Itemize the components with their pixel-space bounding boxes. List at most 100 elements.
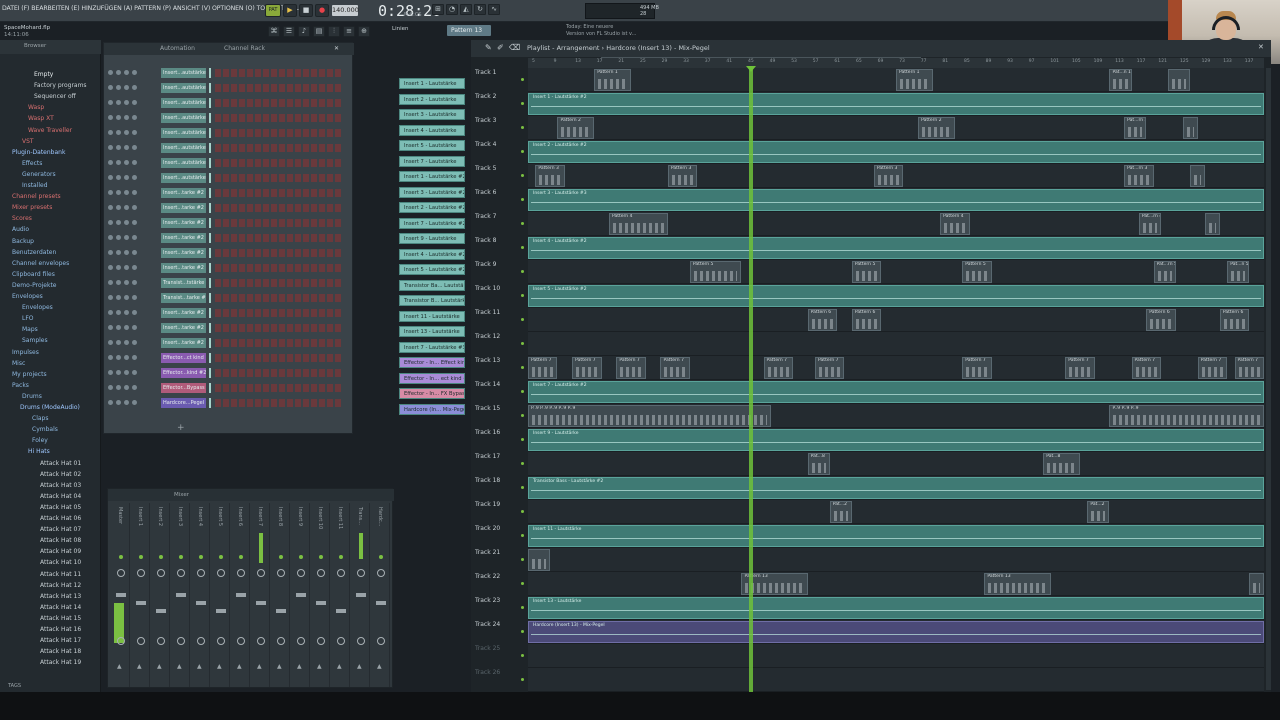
track-mute-led[interactable] <box>521 150 524 153</box>
channel-led[interactable] <box>132 85 137 90</box>
pattern-clip[interactable]: P..9 P..9 P..9 P..9 P..9 <box>528 405 771 427</box>
channel-led[interactable] <box>108 130 113 135</box>
channel-led[interactable] <box>108 190 113 195</box>
pattern-clip[interactable]: Pattern 7 <box>1197 357 1228 379</box>
playlist-picker-item[interactable]: Transistor Ba... Lautstärke <box>399 279 465 291</box>
track-mute-led[interactable] <box>521 390 524 393</box>
channel-led[interactable] <box>116 220 121 225</box>
stereo-knob[interactable] <box>197 637 205 645</box>
channel-led[interactable] <box>116 100 121 105</box>
browser-item[interactable]: Attack Hat 13 <box>40 592 81 601</box>
browser-item[interactable]: Attack Hat 11 <box>40 570 81 579</box>
route-arrow-icon[interactable]: ▲ <box>337 663 342 670</box>
browser-item[interactable]: Attack Hat 08 <box>40 536 81 545</box>
channel-rack-icon[interactable]: ▤ <box>313 26 325 37</box>
playlist-picker-item[interactable]: Insert 5 - Lautstärke <box>399 140 465 151</box>
channel-led[interactable] <box>116 400 121 405</box>
channel-led[interactable] <box>108 370 113 375</box>
channel-led[interactable] <box>124 160 129 165</box>
channel-selector[interactable] <box>209 263 211 273</box>
automation-clip[interactable]: Transistor Bass - Lautstärke #2 <box>528 477 1264 499</box>
channel-name-button[interactable]: Hardcore...Pegel <box>161 398 206 408</box>
channel-name-button[interactable]: Insert...autstärke <box>161 143 206 153</box>
playlist-picker-item[interactable]: Insert 1 - Lautstärke <box>399 78 465 89</box>
mixer-strip[interactable]: Insert 10 ▲ <box>312 503 330 687</box>
mixer-strip[interactable]: Hardc... ▲ <box>372 503 390 687</box>
channel-led[interactable] <box>108 295 113 300</box>
playlist-picker-item[interactable]: Insert 4 - Lautstärke <box>399 124 465 136</box>
browser-item[interactable]: Channel presets <box>12 192 61 201</box>
channel-row[interactable]: Insert...autstärke <box>108 97 348 110</box>
channel-led[interactable] <box>108 355 113 360</box>
playlist-picker-item[interactable]: Effector - In... Effect kind <box>399 357 465 368</box>
stereo-knob[interactable] <box>317 637 325 645</box>
channel-selector[interactable] <box>209 68 211 78</box>
playlist-picker-item[interactable]: Insert 4 - Lautstärke #2 <box>399 248 465 260</box>
channel-led[interactable] <box>124 310 129 315</box>
playlist-picker-item[interactable]: Insert 2 - Lautstärke #2 <box>399 202 465 213</box>
track-lane[interactable]: P..9 P..9 P..9 P..9 P..9 P..9 P..9 P..9 <box>528 404 1264 428</box>
stereo-knob[interactable] <box>117 637 125 645</box>
channel-row[interactable]: Transist...tarke #2 <box>108 292 348 305</box>
route-arrow-icon[interactable]: ▲ <box>197 663 202 670</box>
mute-led[interactable] <box>199 555 203 559</box>
pattern-clip[interactable]: Pattern 2 <box>557 117 595 139</box>
channel-led[interactable] <box>116 205 121 210</box>
channel-selector[interactable] <box>209 173 211 183</box>
step-sequencer[interactable] <box>215 144 343 152</box>
track-header[interactable]: Track 4 <box>475 140 527 164</box>
channel-selector[interactable] <box>209 158 211 168</box>
mixer-strip[interactable]: Insert 3 ▲ <box>172 503 190 687</box>
channel-led[interactable] <box>124 175 129 180</box>
stereo-knob[interactable] <box>217 637 225 645</box>
draw-tool-icon[interactable]: ✎ <box>485 43 492 52</box>
track-mute-led[interactable] <box>521 366 524 369</box>
track-mute-led[interactable] <box>521 486 524 489</box>
channel-selector[interactable] <box>209 383 211 393</box>
browser-item[interactable]: Sequencer off <box>34 92 76 101</box>
channel-row[interactable]: Insert...autstärke <box>108 67 348 80</box>
channel-led[interactable] <box>132 190 137 195</box>
track-header[interactable]: Track 25 <box>475 644 527 668</box>
track-header[interactable]: Track 17 <box>475 452 527 476</box>
step-sequencer[interactable] <box>215 174 343 182</box>
channel-name-button[interactable]: Effector...Bypass <box>161 383 206 393</box>
channel-name-button[interactable]: Insert...autstärke <box>161 83 206 93</box>
channel-led[interactable] <box>108 115 113 120</box>
track-lane[interactable]: Pat...8 Pat...8 <box>528 452 1264 476</box>
mixer-strip[interactable]: Insert 9 ▲ <box>292 503 310 687</box>
channel-led[interactable] <box>116 325 121 330</box>
track-header[interactable]: Track 9 <box>475 260 527 284</box>
pan-knob[interactable] <box>377 569 385 577</box>
step-sequencer[interactable] <box>215 69 343 77</box>
browser-item[interactable]: Claps <box>32 414 48 423</box>
browser-item[interactable]: My projects <box>12 370 47 379</box>
pan-knob[interactable] <box>137 569 145 577</box>
track-lane[interactable]: Pattern 6 Pattern 6 Pattern 6 Pattern 6 <box>528 308 1264 332</box>
browser-item[interactable]: Effects <box>22 159 42 168</box>
channel-selector[interactable] <box>209 368 211 378</box>
pattern-clip[interactable] <box>1168 69 1191 91</box>
mute-led[interactable] <box>359 555 363 559</box>
playlist-icon[interactable]: ☰ <box>283 26 295 37</box>
channel-led[interactable] <box>116 340 121 345</box>
playlist-picker-item[interactable]: Hardcore (In... Mix-Pegel <box>399 403 465 415</box>
mixer-strip[interactable]: Insert 6 ▲ <box>232 503 250 687</box>
channel-row[interactable]: Effector...ct kind <box>108 352 348 365</box>
playlist-picker-item[interactable]: Effector - In... ect kind #2 <box>399 372 465 384</box>
step-sequencer[interactable] <box>215 279 343 287</box>
channel-led[interactable] <box>132 250 137 255</box>
channel-led[interactable] <box>116 295 121 300</box>
channel-led[interactable] <box>108 340 113 345</box>
track-lane[interactable]: Pattern 2 Pattern 2 Pat...rn 2 <box>528 116 1264 140</box>
channel-led[interactable] <box>116 250 121 255</box>
browser-item[interactable]: Drums <box>22 392 42 401</box>
snap-icon[interactable]: ⌘ <box>268 26 280 37</box>
channel-led[interactable] <box>132 130 137 135</box>
pattern-clip[interactable]: Pat...n 1 <box>1109 69 1132 91</box>
snap-selector[interactable]: Linien <box>392 26 408 32</box>
route-arrow-icon[interactable]: ▲ <box>177 663 182 670</box>
pattern-clip[interactable]: Pattern 3 <box>535 165 565 187</box>
channel-name-button[interactable]: Insert...tarke #2 <box>161 248 206 258</box>
pattern-clip[interactable]: Pattern 6 <box>1146 309 1176 331</box>
